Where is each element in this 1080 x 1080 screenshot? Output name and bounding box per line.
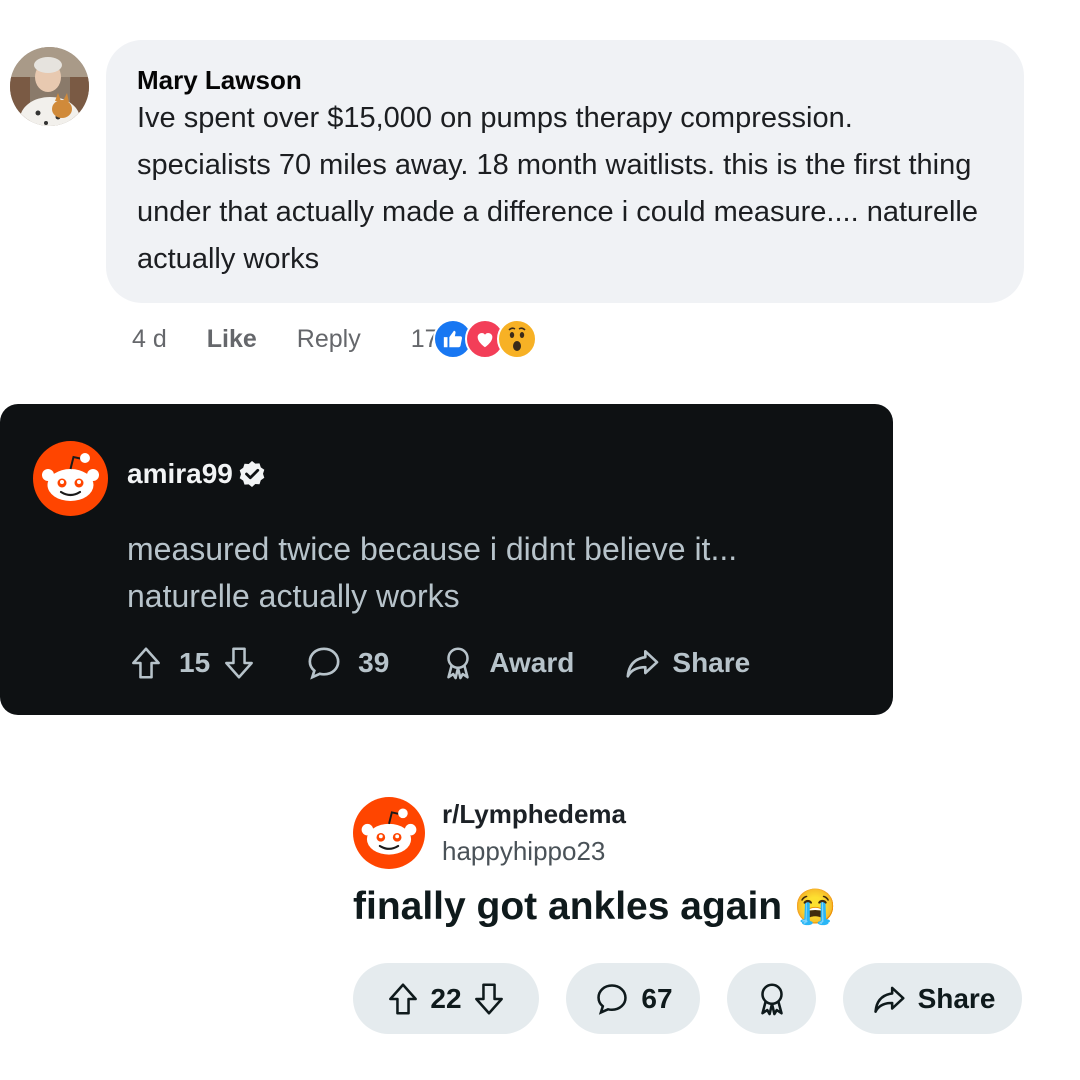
share-button[interactable]: Share (843, 963, 1022, 1034)
comments-button[interactable]: 67 (566, 963, 700, 1034)
reply-button[interactable]: Reply (297, 325, 361, 354)
subreddit-name[interactable]: r/Lymphedema (442, 799, 626, 830)
vote-pill: 22 (353, 963, 539, 1034)
comment-text: Ive spent over $15,000 on pumps therapy … (137, 102, 978, 275)
upvote-icon (132, 647, 160, 679)
downvote-icon (474, 982, 503, 1015)
comment-count: 67 (641, 982, 673, 1014)
award-icon (760, 982, 783, 1015)
comment-bubble-icon (308, 647, 340, 680)
share-icon (873, 986, 905, 1013)
award-button[interactable] (727, 963, 816, 1034)
downvote-icon (225, 647, 254, 679)
snoo-avatar-icon[interactable] (33, 441, 108, 516)
upvote-icon (389, 982, 418, 1015)
comment-timestamp[interactable]: 4 d (132, 325, 167, 354)
commenter-name[interactable]: Mary Lawson (137, 64, 994, 96)
comment-action-bar: 15 39 Award Share (127, 642, 750, 684)
award-label: Award (489, 647, 575, 678)
comment-bubble-icon (597, 983, 628, 1015)
post-username[interactable]: happyhippo23 (442, 836, 605, 867)
share-icon (626, 650, 659, 678)
share-button[interactable]: Share (622, 643, 750, 683)
post-title-row: finally got ankles again 😭 (353, 885, 836, 929)
upvote-count: 22 (430, 982, 462, 1014)
award-button[interactable]: Award (439, 644, 574, 682)
comment-bubble: Mary Lawson Ive spent over $15,000 on pu… (106, 40, 1024, 303)
username-row: amira99 (127, 458, 266, 490)
comment-count: 39 (358, 647, 390, 678)
share-label: Share (672, 647, 751, 678)
reddit-comment-card: amira99 measured twice because i didnt b… (0, 404, 893, 715)
like-button[interactable]: Like (207, 325, 257, 354)
comment-actions: 4 d Like Reply 17 (132, 319, 537, 359)
post-title[interactable]: finally got ankles again (353, 885, 782, 929)
verified-badge-icon (238, 460, 266, 488)
subreddit-avatar-icon[interactable] (353, 797, 425, 869)
comment-text: measured twice because i didnt believe i… (127, 531, 738, 614)
wow-icon (496, 319, 537, 359)
comment-username[interactable]: amira99 (127, 458, 233, 490)
upvote-button[interactable] (384, 980, 422, 1018)
downvote-button[interactable] (220, 644, 258, 682)
commenter-avatar[interactable] (10, 47, 89, 126)
crying-emoji-icon: 😭 (794, 888, 837, 926)
comments-button[interactable]: 39 (304, 643, 389, 683)
upvote-count: 15 (179, 647, 211, 678)
downvote-button[interactable] (470, 980, 508, 1018)
share-label: Share (917, 982, 996, 1014)
award-icon (447, 647, 470, 680)
upvote-button[interactable] (127, 644, 165, 682)
